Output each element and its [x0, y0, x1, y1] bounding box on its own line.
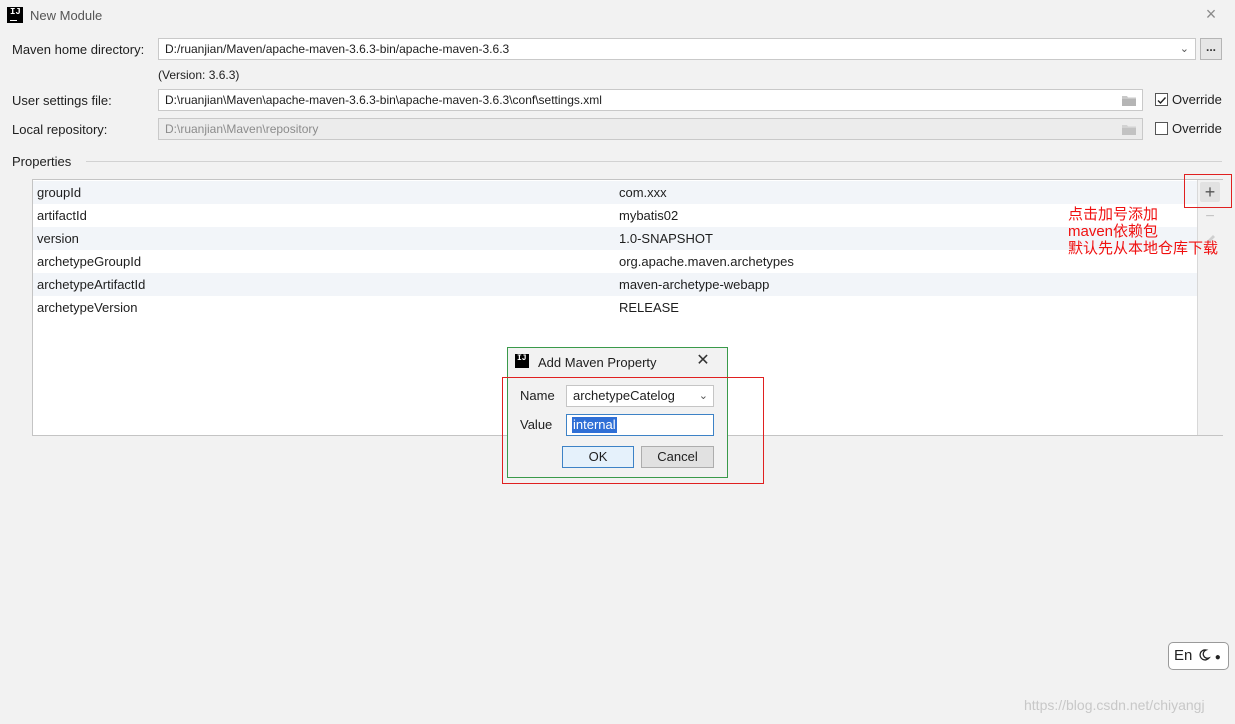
property-key: archetypeArtifactId [37, 277, 146, 292]
annotation-line: 默认先从本地仓库下载 [1068, 240, 1219, 257]
intellij-app-icon: IJ [7, 7, 23, 23]
maven-home-combo[interactable]: D:/ruanjian/Maven/apache-maven-3.6.3-bin… [158, 38, 1196, 60]
annotation-highlight-dialog [502, 377, 764, 484]
close-window-icon[interactable]: × [1203, 5, 1219, 23]
dot-icon: ● [1214, 652, 1221, 663]
property-value: mybatis02 [619, 208, 679, 223]
intellij-app-icon: IJ [515, 354, 529, 368]
browse-maven-home-button[interactable]: ... [1200, 38, 1222, 60]
property-key: archetypeGroupId [37, 254, 142, 269]
moon-icon [1198, 649, 1211, 661]
local-repo-label: Local repository: [12, 122, 108, 137]
table-row[interactable]: archetypeVersion RELEASE [33, 296, 1197, 319]
override-repo-label: Override [1172, 121, 1222, 136]
property-value: org.apache.maven.archetypes [619, 254, 794, 269]
table-row[interactable]: artifactId mybatis02 [33, 204, 1197, 227]
checkmark-icon [1157, 97, 1167, 105]
annotation-text: 点击加号添加 maven依赖包 默认先从本地仓库下载 [1068, 206, 1218, 257]
dialog-title: Add Maven Property [538, 355, 657, 370]
watermark-text: https://blog.csdn.net/chiyangj [1024, 697, 1205, 713]
property-value: maven-archetype-webapp [619, 277, 770, 292]
override-settings-checkbox[interactable] [1155, 93, 1168, 106]
maven-home-value: D:/ruanjian/Maven/apache-maven-3.6.3-bin… [165, 42, 510, 56]
section-divider [86, 161, 1222, 162]
title-bar [0, 0, 1235, 30]
local-repo-value: D:\ruanjian\Maven\repository [165, 122, 319, 136]
table-row[interactable]: archetypeArtifactId maven-archetype-weba… [33, 273, 1197, 296]
property-key: version [37, 231, 79, 246]
table-row[interactable]: groupId com.xxx [33, 181, 1197, 204]
annotation-line: 点击加号添加 [1068, 206, 1159, 223]
folder-icon [1122, 125, 1136, 135]
property-key: archetypeVersion [37, 300, 138, 315]
table-row[interactable]: archetypeGroupId org.apache.maven.archet… [33, 250, 1197, 273]
property-value: com.xxx [619, 185, 667, 200]
local-repo-field: D:\ruanjian\Maven\repository [158, 118, 1143, 140]
property-value: RELEASE [619, 300, 679, 315]
override-repo-checkbox[interactable] [1155, 122, 1168, 135]
window-title: New Module [30, 8, 103, 23]
user-settings-value: D:\ruanjian\Maven\apache-maven-3.6.3-bin… [165, 93, 602, 107]
annotation-highlight-plus [1184, 174, 1232, 208]
override-settings-label: Override [1172, 92, 1222, 107]
property-key: artifactId [37, 208, 87, 223]
chevron-down-icon[interactable]: ⌄ [1180, 39, 1189, 59]
folder-icon[interactable] [1122, 95, 1136, 106]
table-row[interactable]: version 1.0-SNAPSHOT [33, 227, 1197, 250]
property-value: 1.0-SNAPSHOT [619, 231, 713, 246]
annotation-line: maven依赖包 [1068, 223, 1159, 240]
maven-home-label: Maven home directory: [12, 42, 145, 57]
property-key: groupId [37, 185, 82, 200]
ime-language: En [1174, 647, 1193, 664]
user-settings-field[interactable]: D:\ruanjian\Maven\apache-maven-3.6.3-bin… [158, 89, 1143, 111]
properties-section-label: Properties [12, 154, 72, 169]
user-settings-label: User settings file: [12, 93, 112, 108]
maven-version-text: (Version: 3.6.3) [158, 68, 240, 82]
close-dialog-icon[interactable]: ✕ [695, 353, 711, 369]
ime-indicator[interactable]: En ● [1168, 642, 1229, 670]
